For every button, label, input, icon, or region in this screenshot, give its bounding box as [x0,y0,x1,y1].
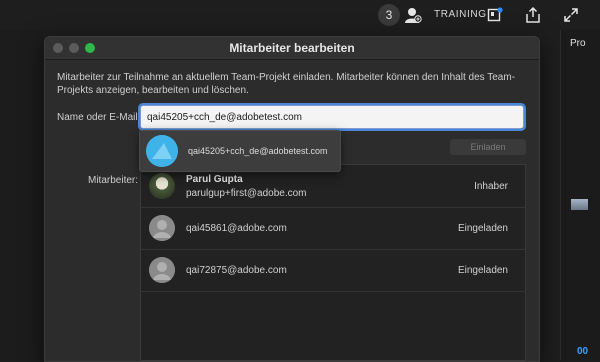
invite-button[interactable]: Einladen [450,139,526,155]
edit-collaborators-dialog: Mitarbeiter bearbeiten Mitarbeiter zur T… [44,36,540,362]
share-panel-icon[interactable] [487,7,503,23]
autocomplete-suggestion[interactable]: qai45205+cch_de@adobetest.com [139,130,341,172]
member-role: Inhaber [474,181,508,192]
member-email: qai72875@adobe.com [186,265,287,276]
member-name: Parul Gupta [186,174,243,185]
member-row[interactable]: qai45861@adobe.com Eingeladen [141,207,525,250]
left-panel [0,30,44,360]
timecode-readout: 00 [577,346,589,357]
fullscreen-icon[interactable] [562,6,580,24]
email-field-label: Name oder E-Mail: [57,112,141,123]
member-role: Eingeladen [457,223,508,234]
members-list: Parul Gupta parulgup+first@adobe.com Inh… [140,164,526,361]
app-topbar: 3 TRAINING [0,0,600,30]
right-panel [560,30,600,360]
member-role: Eingeladen [457,265,508,276]
export-icon[interactable] [524,6,542,24]
suggestion-email: qai45205+cch_de@adobetest.com [188,146,328,156]
member-email: qai45861@adobe.com [186,223,287,234]
dialog-description: Mitarbeiter zur Teilnahme an aktuellem T… [57,72,516,96]
training-link[interactable]: TRAINING [434,9,487,20]
media-thumbnail[interactable] [571,199,588,210]
member-row[interactable]: qai72875@adobe.com Eingeladen [141,249,525,292]
avatar [149,173,175,199]
member-email: parulgup+first@adobe.com [186,188,307,199]
default-user-icon [149,215,175,241]
default-user-icon [149,257,175,283]
dialog-title: Mitarbeiter bearbeiten [229,41,355,55]
notification-count-badge[interactable]: 3 [378,4,400,26]
email-field[interactable] [138,103,526,131]
members-label: Mitarbeiter: [88,175,139,186]
dialog-titlebar: Mitarbeiter bearbeiten [45,37,539,60]
panel-tab-label[interactable]: Pro [570,38,586,49]
add-user-icon[interactable] [404,6,422,24]
triangle-avatar-icon [146,135,178,167]
